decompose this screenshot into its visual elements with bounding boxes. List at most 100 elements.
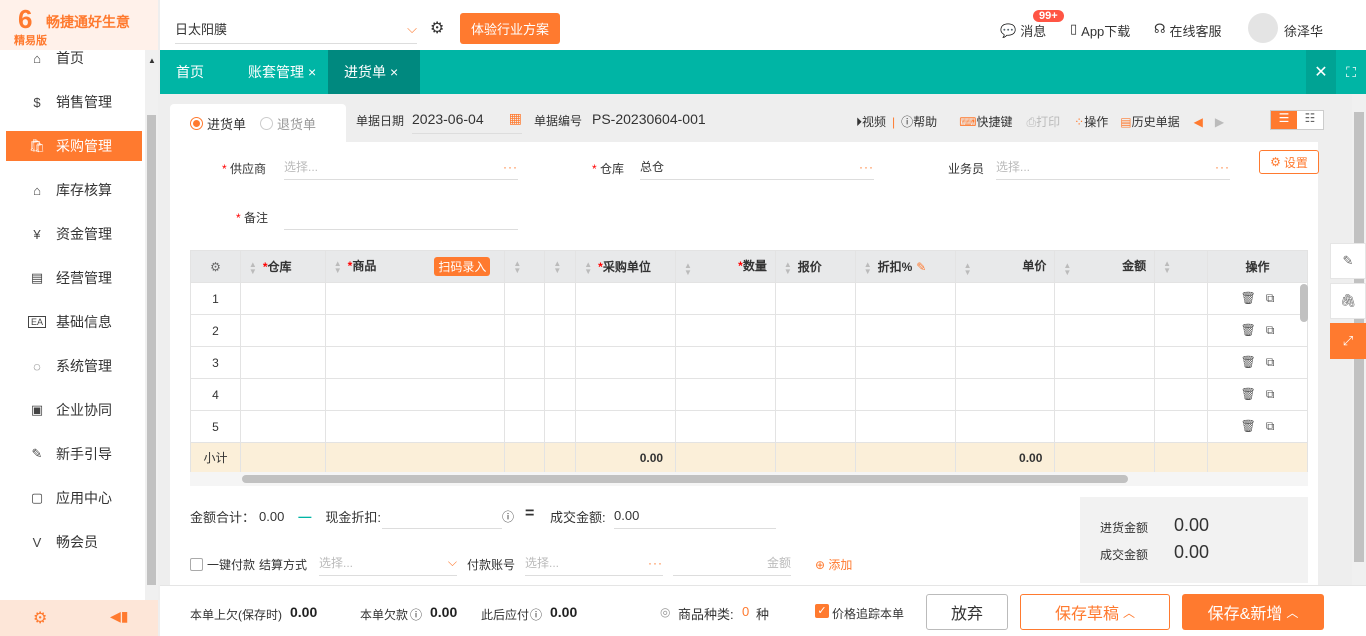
notes-float-button[interactable]: ✎ [1330, 243, 1366, 279]
table-cell[interactable] [575, 346, 677, 379]
table-cell[interactable] [575, 410, 677, 443]
help-button[interactable]: ⓘ帮助 [901, 113, 937, 130]
more-icon[interactable]: ··· [503, 160, 518, 174]
account-selector[interactable]: 日太阳膜 ⌵ [175, 14, 417, 44]
deal-input[interactable]: 0.00 [614, 503, 776, 529]
sidebar-scroll-thumb[interactable] [147, 115, 156, 585]
table-cell[interactable] [774, 314, 856, 347]
sidebar-item[interactable]: EA 基础信息 [6, 307, 142, 337]
copy-icon[interactable]: ⧉ [1266, 387, 1275, 401]
table-cell[interactable] [575, 282, 677, 315]
history-button[interactable]: ▤历史单据 [1120, 113, 1179, 130]
column-header[interactable]: ▲ ▼ *仓库 [239, 250, 326, 283]
question-icon[interactable]: ⓘ [530, 606, 542, 623]
avatar[interactable] [1248, 13, 1278, 43]
sort-icon[interactable]: ▲ ▼ [553, 259, 561, 274]
card-view-icon[interactable]: ☷ [1297, 111, 1323, 129]
more-icon[interactable]: ··· [648, 556, 663, 570]
table-cell[interactable] [774, 410, 856, 443]
expand-float-button[interactable]: ⤢ [1330, 323, 1366, 359]
user-name[interactable]: 徐泽华 [1284, 21, 1323, 40]
sort-icon[interactable]: ▲ ▼ [1063, 262, 1071, 277]
save-and-new-button[interactable]: 保存&新增 ︿ [1182, 594, 1324, 630]
discard-button[interactable]: 放弃 [926, 594, 1008, 630]
print-button[interactable]: ⎙打印 [1027, 113, 1061, 130]
table-cell[interactable] [854, 378, 956, 411]
column-settings-icon[interactable]: ⚙ [190, 250, 241, 283]
trash-icon[interactable]: 🗑 [1241, 291, 1256, 305]
sidebar-item[interactable]: ▢ 应用中心 [6, 483, 142, 513]
table-cell[interactable] [854, 282, 956, 315]
salesman-input[interactable]: 选择... ··· [996, 154, 1230, 180]
sort-icon[interactable]: ▲ ▼ [334, 259, 342, 274]
gear-icon[interactable]: ⚙ [430, 18, 444, 38]
column-header[interactable]: ▲ ▼ [1154, 250, 1209, 283]
amount-input[interactable]: 金额 [673, 550, 791, 576]
table-vertical-scroll-thumb[interactable] [1300, 284, 1308, 322]
date-input[interactable]: 2023-06-04 ▦ [412, 104, 522, 134]
copy-icon[interactable]: ⧉ [1266, 355, 1275, 369]
table-cell[interactable] [575, 378, 677, 411]
sidebar-item[interactable]: ⌂ 库存核算 [6, 175, 142, 205]
table-cell[interactable] [1154, 410, 1209, 443]
table-cell[interactable] [239, 378, 326, 411]
table-cell[interactable] [774, 346, 856, 379]
column-header[interactable]: ▲ ▼ 折扣% ✎ [854, 250, 956, 283]
table-cell[interactable] [1054, 410, 1156, 443]
radio-purchase[interactable]: 进货单 [190, 114, 246, 133]
trash-icon[interactable]: 🗑 [1241, 419, 1256, 433]
table-cell[interactable] [854, 410, 956, 443]
radio-return[interactable]: 退货单 [260, 114, 316, 133]
table-cell[interactable] [1154, 346, 1209, 379]
sort-icon[interactable]: ▲ ▼ [584, 260, 592, 275]
sidebar-item[interactable]: ⌂ 首页 [6, 43, 142, 73]
scan-entry-button[interactable]: 扫码录入 [434, 257, 491, 276]
table-cell[interactable] [239, 282, 326, 315]
table-cell[interactable] [239, 314, 326, 347]
video-button[interactable]: ⏵视频 [856, 113, 886, 130]
calendar-icon[interactable]: ▦ [509, 110, 522, 127]
trash-icon[interactable]: 🗑 [1241, 355, 1256, 369]
table-cell[interactable] [774, 282, 856, 315]
table-cell[interactable] [954, 282, 1056, 315]
sidebar-item[interactable]: V 畅会员 [6, 527, 142, 557]
table-cell[interactable] [544, 314, 577, 347]
one-click-pay-checkbox[interactable] [190, 558, 203, 571]
warehouse-input[interactable]: 总仓 ··· [640, 154, 874, 180]
table-cell[interactable] [854, 346, 956, 379]
column-header[interactable]: ▲ ▼ 金额 [1054, 250, 1156, 283]
table-cell[interactable] [504, 282, 546, 315]
table-row[interactable]: 1 🗑 ⧉ [190, 282, 1308, 315]
table-cell[interactable] [1154, 282, 1209, 315]
table-cell[interactable] [324, 282, 506, 315]
table-cell[interactable] [324, 314, 506, 347]
table-cell[interactable] [324, 410, 506, 443]
sidebar-item[interactable]: ✎ 新手引导 [6, 439, 142, 469]
copy-icon[interactable]: ⧉ [1266, 291, 1275, 305]
remark-input[interactable] [284, 204, 518, 230]
trash-icon[interactable]: 🗑 [1241, 323, 1256, 337]
column-header[interactable]: ▲ ▼ 单价 [954, 250, 1056, 283]
table-cell[interactable] [954, 314, 1056, 347]
table-cell[interactable] [504, 314, 546, 347]
table-row[interactable]: 4 🗑 ⧉ [190, 378, 1308, 411]
table-cell[interactable] [1054, 346, 1156, 379]
table-cell[interactable] [1154, 378, 1209, 411]
operate-button[interactable]: ⁘操作 [1074, 113, 1108, 130]
table-cell[interactable] [675, 378, 776, 411]
table-cell[interactable] [544, 410, 577, 443]
track-price-checkbox[interactable]: ✓ [815, 604, 829, 618]
shortcut-button[interactable]: ⌨快捷键 [959, 113, 1012, 130]
column-header[interactable]: 操作 [1207, 250, 1308, 283]
app-download-button[interactable]: ▯ App下载 [1070, 21, 1130, 40]
column-header[interactable]: ▲ ▼ 报价 [774, 250, 856, 283]
edit-icon[interactable]: ✎ [916, 260, 926, 274]
list-view-icon[interactable]: ☰ [1271, 111, 1297, 129]
table-cell[interactable] [774, 378, 856, 411]
question-icon[interactable]: ⓘ [502, 508, 514, 525]
close-icon[interactable]: × [390, 64, 398, 80]
table-row[interactable]: 5 🗑 ⧉ [190, 410, 1308, 443]
table-cell[interactable] [324, 346, 506, 379]
sort-icon[interactable]: ▲ ▼ [513, 259, 521, 274]
sort-icon[interactable]: ▲ ▼ [1163, 259, 1171, 274]
